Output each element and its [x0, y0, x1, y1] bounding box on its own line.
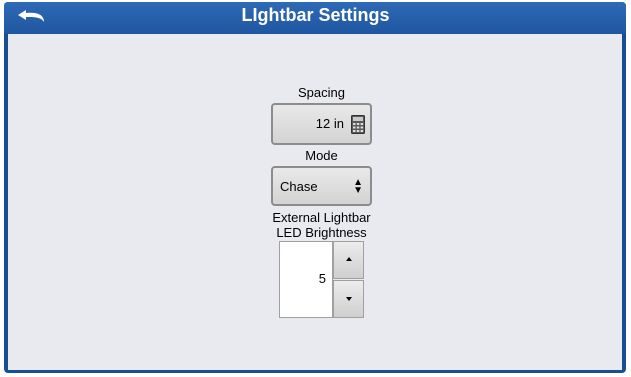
page-title: LIghtbar Settings: [241, 5, 390, 25]
arrow-up-icon: [345, 257, 352, 261]
brightness-decrease-button[interactable]: [333, 280, 364, 318]
select-updown-icon: ▲ ▼: [353, 177, 363, 196]
mode-select[interactable]: Chase ▲ ▼: [271, 166, 372, 206]
brightness-label-line2: LED Brightness: [276, 225, 367, 240]
spacing-value: 12 in: [315, 116, 344, 131]
arrow-down-icon: [345, 297, 352, 301]
spacing-button[interactable]: 12 in: [271, 103, 372, 145]
brightness-label: External Lightbar LED Brightness: [250, 210, 393, 240]
calculator-icon: [351, 115, 365, 134]
brightness-label-line1: External Lightbar: [272, 210, 371, 225]
brightness-increase-button[interactable]: [333, 241, 364, 279]
brightness-value: 5: [318, 271, 326, 286]
spacing-label: Spacing: [298, 85, 345, 100]
mode-value: Chase: [280, 179, 318, 194]
mode-label: Mode: [305, 148, 338, 163]
brightness-value-field[interactable]: 5: [279, 241, 333, 318]
